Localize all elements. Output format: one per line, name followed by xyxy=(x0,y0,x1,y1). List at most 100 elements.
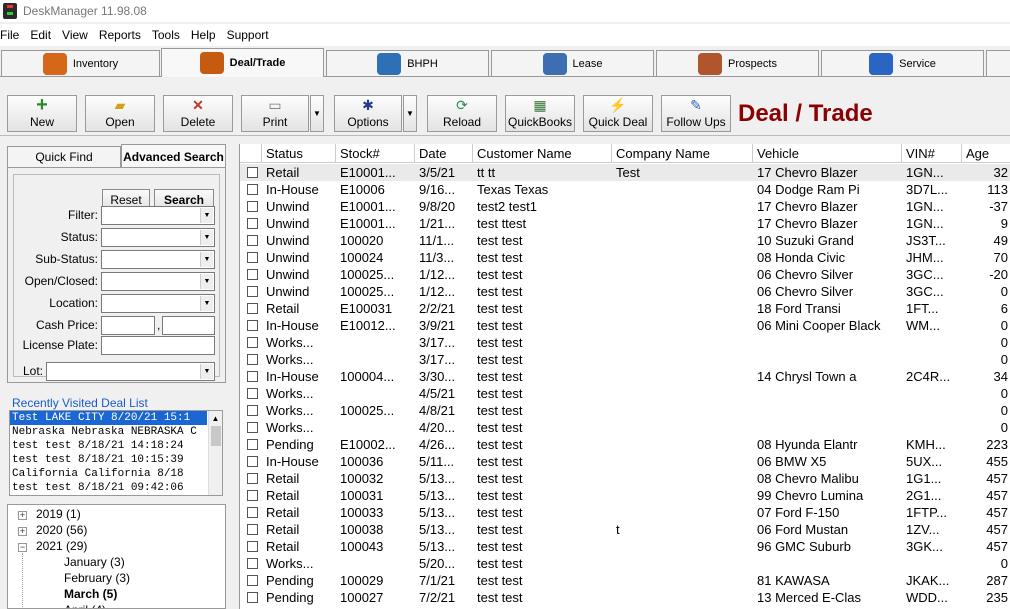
row-checkbox[interactable] xyxy=(247,524,258,535)
table-row[interactable]: Retail E10001... 3/5/21 tt tt Test 17 Chevro … xyxy=(240,164,1010,181)
recent-deals-list[interactable]: Test LAKE CITY 8/20/21 15:1 Nebraska Nebr… xyxy=(9,410,223,496)
row-checkbox[interactable] xyxy=(247,337,258,348)
tab-advanced-search[interactable]: Advanced Search xyxy=(121,144,226,168)
table-row[interactable]: Unwind 100024 11/3... test test 08 Honda Civ… xyxy=(240,249,1010,266)
tab-service[interactable]: Service xyxy=(821,50,984,76)
table-row[interactable]: Unwind 100025... 1/12... test test 06 Chevro… xyxy=(240,266,1010,283)
tree-year[interactable]: 2021 (29) xyxy=(36,539,87,553)
table-row[interactable]: Unwind 100025... 1/12... test test 06 Chevro… xyxy=(240,283,1010,300)
table-row[interactable]: In-House 100004... 3/30... test test 14 Chry… xyxy=(240,368,1010,385)
location-dropdown[interactable]: ▼ xyxy=(101,294,215,313)
table-row[interactable]: Works... 4/20... test test 0 xyxy=(240,419,1010,436)
chevron-down-icon[interactable]: ▼ xyxy=(200,252,213,267)
table-row[interactable]: Retail 100033 5/13... test test 07 Ford F-15… xyxy=(240,504,1010,521)
chevron-down-icon[interactable]: ▼ xyxy=(200,296,213,311)
row-checkbox[interactable] xyxy=(247,218,258,229)
table-row[interactable]: Unwind E10001... 9/8/20 test2 test1 17 Chevr… xyxy=(240,198,1010,215)
row-checkbox[interactable] xyxy=(247,320,258,331)
recent-deal-item[interactable]: California California 8/18 xyxy=(10,467,207,481)
tab-prospects[interactable]: Prospects xyxy=(656,50,819,76)
table-row[interactable]: Retail 100032 5/13... test test 08 Chevro Ma… xyxy=(240,470,1010,487)
table-row[interactable]: Unwind E10001... 1/21... test ttest 17 Chevr… xyxy=(240,215,1010,232)
row-checkbox[interactable] xyxy=(247,303,258,314)
recent-deal-item[interactable]: test test 8/18/21 14:18:24 xyxy=(10,439,207,453)
tree-month[interactable]: January (3) xyxy=(64,555,125,569)
row-checkbox[interactable] xyxy=(247,558,258,569)
filter-dropdown[interactable]: ▼ xyxy=(101,206,215,225)
expand-icon[interactable]: + xyxy=(18,511,27,520)
options-dropdown[interactable]: ▼ xyxy=(403,95,417,132)
menu-item-support[interactable]: Support xyxy=(227,28,276,42)
sub-status-dropdown[interactable]: ▼ xyxy=(101,250,215,269)
row-checkbox[interactable] xyxy=(247,575,258,586)
print-dropdown[interactable]: ▼ xyxy=(310,95,324,132)
row-checkbox[interactable] xyxy=(247,456,258,467)
open-button[interactable]: ▰ Open xyxy=(85,95,155,132)
row-checkbox[interactable] xyxy=(247,439,258,450)
cash-price-min-input[interactable] xyxy=(101,316,155,335)
collapse-icon[interactable]: − xyxy=(18,543,27,552)
row-checkbox[interactable] xyxy=(247,541,258,552)
table-row[interactable]: Retail 100031 5/13... test test 99 Chevro Lu… xyxy=(240,487,1010,504)
table-row[interactable]: Retail 100043 5/13... test test 96 GMC Subur… xyxy=(240,538,1010,555)
row-checkbox[interactable] xyxy=(247,354,258,365)
new-button[interactable]: + New xyxy=(7,95,77,132)
tab-bhph[interactable]: BHPH xyxy=(326,50,489,76)
menu-item-view[interactable]: View xyxy=(62,28,95,42)
row-checkbox[interactable] xyxy=(247,388,258,399)
quick-deal-button[interactable]: ⚡ Quick Deal xyxy=(583,95,653,132)
recent-deal-item[interactable]: test test 8/18/21 09:42:06 xyxy=(10,481,207,495)
table-row[interactable]: In-House E10006 9/16... Texas Texas 04 Dodge… xyxy=(240,181,1010,198)
options-button[interactable]: ✱ Options xyxy=(334,95,402,132)
open-closed-dropdown[interactable]: ▼ xyxy=(101,272,215,291)
follow-ups-button[interactable]: ✎ Follow Ups xyxy=(661,95,731,132)
quickbooks-button[interactable]: ▦ QuickBooks xyxy=(505,95,575,132)
print-button[interactable]: ▭ Print xyxy=(241,95,309,132)
row-checkbox[interactable] xyxy=(247,371,258,382)
tree-month[interactable]: March (5) xyxy=(64,587,117,601)
expand-icon[interactable]: + xyxy=(18,527,27,536)
column-header-vin-[interactable]: VIN# xyxy=(902,144,962,163)
reload-button[interactable]: ⟳ Reload xyxy=(427,95,497,132)
table-row[interactable]: In-House E10012... 3/9/21 test test 06 Mini … xyxy=(240,317,1010,334)
table-row[interactable]: Retail E100031 2/2/21 test test 18 Ford Tran… xyxy=(240,300,1010,317)
column-header-age[interactable]: Age xyxy=(962,144,1010,163)
tree-year[interactable]: 2020 (56) xyxy=(36,523,87,537)
chevron-down-icon[interactable]: ▼ xyxy=(200,364,213,379)
menu-item-reports[interactable]: Reports xyxy=(99,28,148,42)
column-header-vehicle[interactable]: Vehicle xyxy=(753,144,902,163)
table-row[interactable]: Retail 100038 5/13... test test t 06 Ford Mus… xyxy=(240,521,1010,538)
row-checkbox[interactable] xyxy=(247,490,258,501)
column-header-date[interactable]: Date xyxy=(415,144,473,163)
menu-item-help[interactable]: Help xyxy=(191,28,223,42)
recent-deal-item[interactable]: Nebraska Nebraska NEBRASKA C xyxy=(10,425,207,439)
row-checkbox[interactable] xyxy=(247,405,258,416)
recent-deal-item[interactable]: Test LAKE CITY 8/20/21 15:1 xyxy=(10,411,207,425)
tab-deal-trade[interactable]: Deal/Trade xyxy=(161,48,324,77)
delete-button[interactable]: ✕ Delete xyxy=(163,95,233,132)
scroll-up-icon[interactable]: ▲ xyxy=(209,411,222,425)
table-row[interactable]: In-House 100036 5/11... test test 06 BMW X5 5… xyxy=(240,453,1010,470)
row-checkbox[interactable] xyxy=(247,473,258,484)
tab-inventory[interactable]: Inventory xyxy=(1,50,160,76)
column-header-status[interactable]: Status xyxy=(262,144,336,163)
cash-price-max-input[interactable] xyxy=(162,316,215,335)
tree-month[interactable]: February (3) xyxy=(64,571,130,585)
row-checkbox[interactable] xyxy=(247,184,258,195)
tab-lease[interactable]: Lease xyxy=(491,50,654,76)
chevron-down-icon[interactable]: ▼ xyxy=(200,208,213,223)
row-checkbox[interactable] xyxy=(247,507,258,518)
tab-quick-find[interactable]: Quick Find xyxy=(7,146,121,167)
tree-month[interactable]: April (4) xyxy=(64,603,106,608)
row-checkbox[interactable] xyxy=(247,269,258,280)
row-checkbox[interactable] xyxy=(247,286,258,297)
column-header-company-name[interactable]: Company Name xyxy=(612,144,753,163)
menu-item-file[interactable]: File xyxy=(0,28,26,42)
tab-overflow[interactable] xyxy=(986,50,1010,76)
table-row[interactable]: Works... 4/5/21 test test 0 xyxy=(240,385,1010,402)
scroll-thumb[interactable] xyxy=(211,426,221,446)
row-checkbox[interactable] xyxy=(247,167,258,178)
table-row[interactable]: Works... 3/17... test test 0 xyxy=(240,351,1010,368)
table-row[interactable]: Pending 100029 7/1/21 test test 81 KAWASA JKA… xyxy=(240,572,1010,589)
status-dropdown[interactable]: ▼ xyxy=(101,228,215,247)
